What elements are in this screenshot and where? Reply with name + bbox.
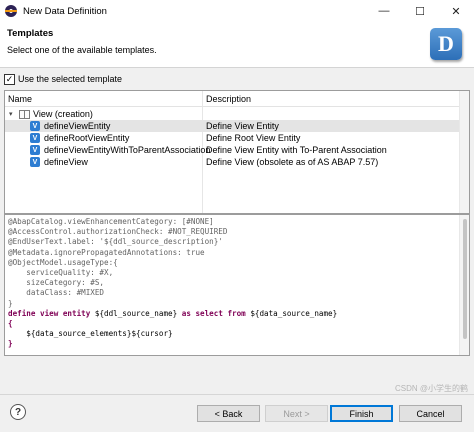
window-titlebar: New Data Definition — ☐ ✕ — [0, 0, 474, 22]
code-line: } — [8, 299, 469, 309]
code-line: { — [8, 319, 469, 329]
watermark: CSDN @小学生的鹤 — [394, 384, 468, 393]
use-template-checkbox[interactable]: ✓ — [4, 73, 15, 85]
templates-table: Name Description ▾ View (creation) Vdefine… — [4, 90, 470, 214]
row-name-cell: VdefineViewEntityWithToParentAssociation — [30, 145, 210, 155]
code-line: @AccessControl.authorizationCheck: #NOT_… — [8, 227, 469, 237]
code-token: serviceQuality: #X, — [8, 267, 114, 277]
close-button[interactable]: ✕ — [438, 0, 474, 22]
row-name-cell: VdefineView — [30, 157, 88, 167]
row-description-cell: Define View (obsolete as of AS ABAP 7.57… — [206, 157, 379, 167]
window-title: New Data Definition — [23, 5, 107, 17]
row-description-cell: Define Root View Entity — [206, 133, 301, 143]
code-line: sizeCategory: #S, — [8, 278, 469, 288]
row-name-cell: VdefineViewEntity — [30, 121, 110, 131]
table-row[interactable]: ▾ View (creation) — [5, 108, 459, 120]
code-line: @AbapCatalog.viewEnhancementCategory: [#… — [8, 217, 469, 227]
maximize-button[interactable]: ☐ — [402, 0, 438, 22]
code-token: sizeCategory: #S, — [8, 278, 105, 288]
help-icon[interactable]: ? — [10, 404, 26, 420]
table-scrollbar[interactable] — [459, 91, 469, 213]
row-description-cell: Define View Entity with To-Parent Associ… — [206, 145, 387, 155]
code-token: } — [8, 298, 13, 308]
code-token: { — [8, 318, 13, 328]
code-line: } — [8, 339, 469, 349]
code-token: ${ddl_source_name} — [94, 308, 178, 318]
window-controls: — ☐ ✕ — [366, 0, 474, 22]
ddl-logo-icon: D — [430, 28, 462, 60]
page-title: Templates — [7, 28, 54, 39]
row-name-cell: VdefineRootViewEntity — [30, 133, 129, 143]
code-token: dataClass: #MIXED — [8, 288, 105, 298]
code-token: @AccessControl.authorizationCheck: #NOT_… — [8, 227, 228, 237]
code-token: @ObjectModel.usageType:{ — [8, 257, 118, 267]
template-preview-editor[interactable]: @AbapCatalog.viewEnhancementCategory: [#… — [4, 214, 470, 356]
row-name-label: defineView — [44, 157, 88, 167]
code-token: @Metadata.ignorePropagatedAnnotations: t… — [8, 247, 205, 257]
table-row[interactable]: VdefineRootViewEntity Define Root View En… — [5, 132, 459, 144]
row-description-cell: Define View Entity — [206, 121, 279, 131]
code-token: '${ddl_source_description}' — [99, 237, 223, 247]
use-template-label: Use the selected template — [18, 74, 123, 84]
page-subtitle: Select one of the available templates. — [7, 45, 157, 55]
editor-scrollbar[interactable] — [459, 215, 469, 355]
code-token: @EndUserText.label: — [8, 237, 100, 247]
code-line: @EndUserText.label: '${ddl_source_descri… — [8, 237, 469, 247]
code-line: @Metadata.ignorePropagatedAnnotations: t… — [8, 248, 469, 258]
code-token: ${data_source_name} — [250, 308, 338, 318]
table-row[interactable]: VdefineViewEntityWithToParentAssociation… — [5, 144, 459, 156]
column-header-description[interactable]: Description — [206, 94, 251, 104]
template-icon: V — [30, 121, 40, 131]
finish-button[interactable]: Finish — [330, 405, 393, 422]
code-token: @AbapCatalog.viewEnhancementCategory: [#… — [8, 217, 214, 226]
code-line: define view entity ${ddl_source_name} as… — [8, 309, 469, 319]
table-header: Name Description — [5, 91, 469, 107]
code-line: serviceQuality: #X, — [8, 268, 469, 278]
minimize-button[interactable]: — — [366, 0, 402, 22]
row-name-cell: ▾ View (creation) — [9, 109, 93, 119]
expand-toggle-icon[interactable]: ▾ — [9, 110, 17, 118]
column-header-name[interactable]: Name — [8, 94, 32, 104]
wizard-header: Templates Select one of the available te… — [0, 22, 474, 68]
row-name-label: View (creation) — [33, 109, 93, 119]
use-template-option[interactable]: ✓ Use the selected template — [4, 73, 122, 85]
back-button[interactable]: < Back — [197, 405, 260, 422]
code-token: } — [8, 339, 13, 349]
table-row[interactable]: VdefineView Define View (obsolete as of A… — [5, 156, 459, 168]
code-token: ${data_source_elements}${cursor} — [8, 329, 173, 339]
table-row[interactable]: VdefineViewEntity Define View Entity — [5, 120, 459, 132]
editor-scroll-thumb[interactable] — [463, 219, 467, 339]
eclipse-app-icon — [5, 5, 17, 17]
code-line: @ObjectModel.usageType:{ — [8, 258, 469, 268]
cancel-button[interactable]: Cancel — [399, 405, 462, 422]
book-icon — [19, 109, 30, 119]
row-name-label: defineViewEntity — [44, 121, 111, 131]
next-button[interactable]: Next > — [265, 405, 328, 422]
code-token: define view entity — [8, 308, 95, 318]
code-line: dataClass: #MIXED — [8, 288, 469, 298]
template-icon: V — [30, 145, 40, 155]
code-line: ${data_source_elements}${cursor} — [8, 329, 469, 339]
code-token: as select from — [177, 308, 251, 318]
footer-divider — [0, 394, 474, 395]
row-name-label: defineViewEntityWithToParentAssociation — [44, 145, 211, 155]
template-icon: V — [30, 157, 40, 167]
row-name-label: defineRootViewEntity — [44, 133, 130, 143]
template-icon: V — [30, 133, 40, 143]
